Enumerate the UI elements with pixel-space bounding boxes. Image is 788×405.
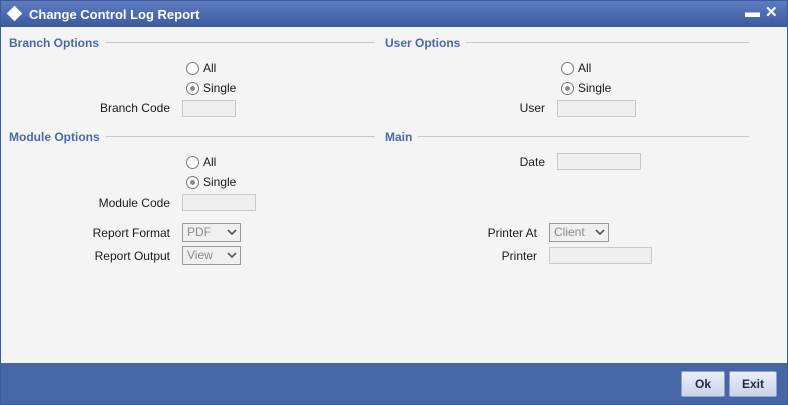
- branch-code-field[interactable]: [182, 100, 236, 117]
- printer-at-select[interactable]: Client: [549, 223, 609, 242]
- chevron-down-icon: [227, 229, 237, 236]
- main-divider: [385, 136, 749, 137]
- minimize-icon[interactable]: ▬: [745, 4, 760, 21]
- chevron-down-icon: [595, 229, 605, 236]
- module-code-label: Module Code: [98, 196, 170, 210]
- radio-label: Single: [203, 81, 237, 95]
- report-output-value: View: [187, 248, 213, 262]
- close-icon[interactable]: ✕: [765, 3, 778, 21]
- radio-label: All: [203, 61, 217, 75]
- printer-at-value: Client: [554, 225, 585, 239]
- radio-button[interactable]: [561, 81, 574, 95]
- title-bar: Change Control Log Report ▬ ✕: [1, 1, 787, 27]
- report-format-select[interactable]: PDF: [182, 223, 241, 242]
- date-field[interactable]: [557, 153, 641, 170]
- report-window: Change Control Log Report ▬ ✕ Branch Opt…: [0, 0, 788, 405]
- exit-button[interactable]: Exit: [729, 371, 777, 397]
- branch-options-heading: Branch Options: [9, 36, 106, 50]
- printer-at-label: Printer At: [487, 226, 537, 240]
- radio-button[interactable]: [186, 81, 199, 95]
- chevron-down-icon: [227, 252, 237, 259]
- radio-button[interactable]: [186, 175, 199, 189]
- radio-button[interactable]: [186, 155, 199, 169]
- ok-button[interactable]: Ok: [681, 371, 725, 397]
- window-title: Change Control Log Report: [29, 7, 200, 22]
- report-format-value: PDF: [187, 225, 211, 239]
- radio-label: Single: [203, 175, 237, 189]
- user-radio-all[interactable]: All: [561, 61, 591, 75]
- user-field[interactable]: [557, 100, 636, 117]
- module-options-heading: Module Options: [9, 130, 106, 144]
- module-radio-single[interactable]: Single: [186, 175, 236, 189]
- date-label: Date: [519, 155, 545, 169]
- user-label: User: [519, 101, 545, 115]
- radio-button[interactable]: [561, 61, 574, 75]
- main-heading: Main: [385, 130, 419, 144]
- diamond-icon: [6, 5, 23, 22]
- branch-radio-all[interactable]: All: [186, 61, 216, 75]
- branch-radio-single[interactable]: Single: [186, 81, 236, 95]
- report-output-select[interactable]: View: [182, 246, 241, 265]
- footer-bar: [1, 363, 787, 404]
- module-code-field[interactable]: [182, 194, 256, 211]
- radio-label: All: [578, 61, 592, 75]
- report-output-label: Report Output: [94, 249, 170, 263]
- radio-button[interactable]: [186, 61, 199, 75]
- module-radio-all[interactable]: All: [186, 155, 216, 169]
- printer-label: Printer: [501, 249, 537, 263]
- user-radio-single[interactable]: Single: [561, 81, 611, 95]
- printer-field[interactable]: [549, 247, 652, 264]
- report-format-label: Report Format: [92, 226, 170, 240]
- radio-label: All: [203, 155, 217, 169]
- branch-code-label: Branch Code: [99, 101, 170, 115]
- user-options-heading: User Options: [385, 36, 467, 50]
- radio-label: Single: [578, 81, 612, 95]
